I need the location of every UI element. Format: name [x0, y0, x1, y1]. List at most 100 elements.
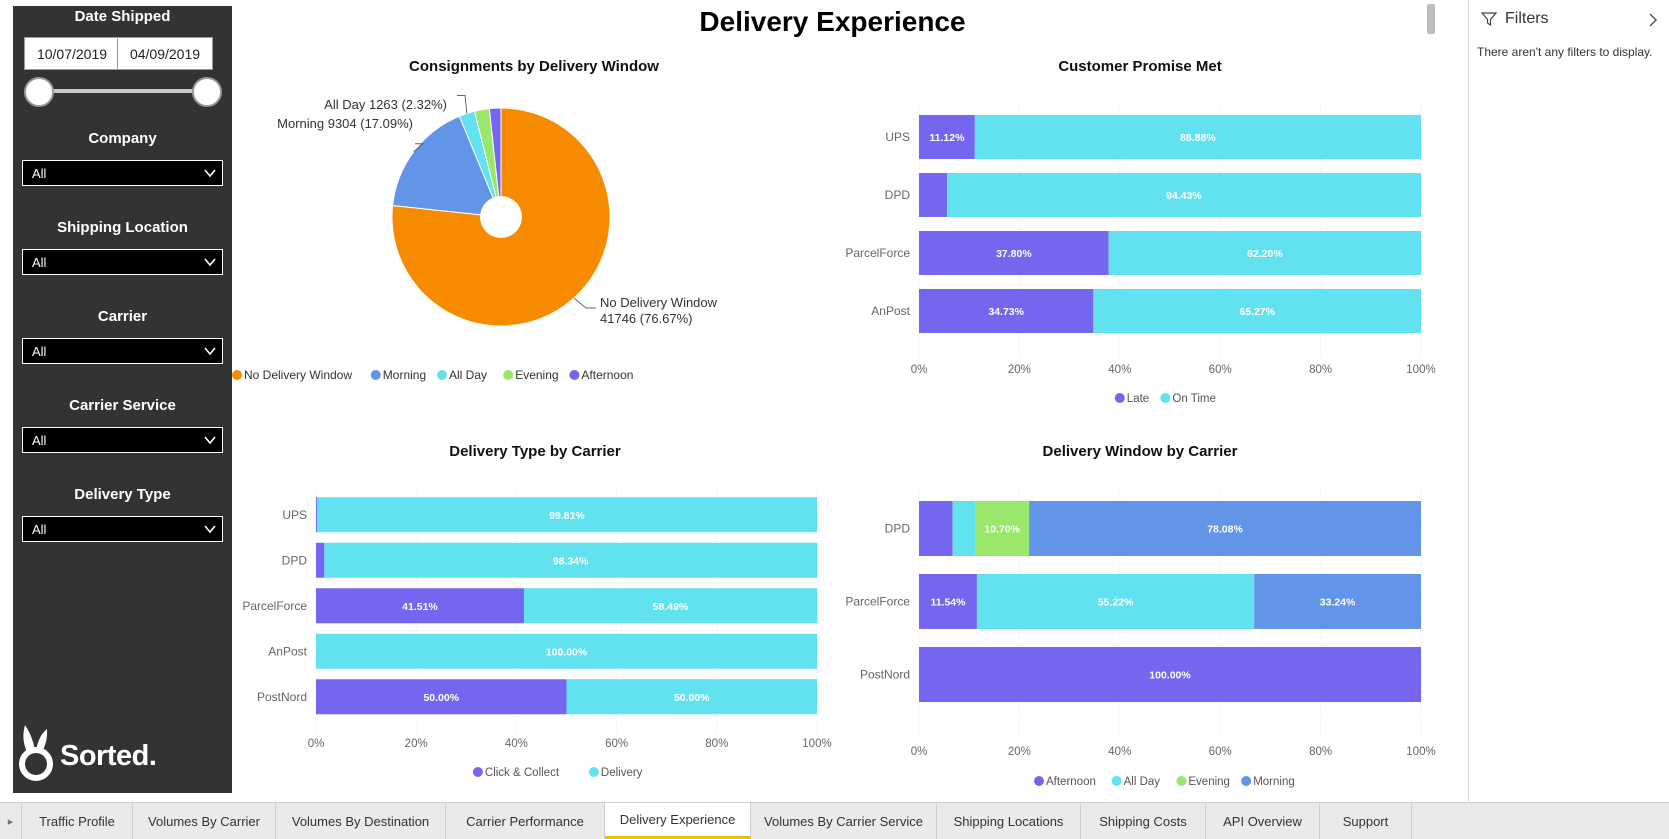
tab-shipping-locations[interactable]: Shipping Locations: [937, 803, 1081, 839]
filters-empty-message: There aren't any filters to display.: [1477, 45, 1653, 59]
y-category-label: AnPost: [871, 304, 910, 318]
filters-title: Filters: [1505, 10, 1549, 27]
filters-pane: Filters There aren't any filters to disp…: [1468, 0, 1669, 802]
x-tick-label: 40%: [505, 738, 528, 750]
company-dropdown[interactable]: All: [22, 160, 223, 186]
tab-traffic-profile[interactable]: Traffic Profile: [22, 803, 133, 839]
carrier-dropdown-value: All: [32, 343, 47, 359]
x-tick-label: 0%: [911, 746, 928, 758]
x-tick-label: 80%: [1309, 364, 1332, 376]
tab-scroll-left-icon[interactable]: ▸: [0, 803, 22, 839]
data-label: 10.70%: [984, 524, 1020, 536]
y-category-label: PostNord: [860, 668, 910, 682]
date-shipped-title: Date Shipped: [74, 8, 171, 25]
page-tab-bar: ▸ Traffic Profile Volumes By Carrier Vol…: [0, 802, 1669, 839]
y-category-label: PostNord: [257, 690, 307, 704]
legend-marker-no-delivery-window: [232, 370, 242, 380]
tab-volumes-by-carrier-service[interactable]: Volumes By Carrier Service: [751, 803, 937, 839]
end-date-input[interactable]: 04/09/2019: [117, 37, 213, 70]
delivery-type-slicer-title: Delivery Type: [74, 486, 171, 503]
tab-volumes-by-destination[interactable]: Volumes By Destination: [276, 803, 446, 839]
vertical-scrollbar[interactable]: [1427, 4, 1435, 34]
pie-data-label-no-delivery-window: No Delivery Window: [600, 295, 718, 310]
date-range-slider[interactable]: [39, 89, 207, 93]
carrier-service-slicer-title: Carrier Service: [69, 397, 176, 414]
x-tick-label: 20%: [1008, 364, 1031, 376]
chevron-down-icon: [204, 525, 216, 534]
x-tick-label: 40%: [1108, 364, 1131, 376]
y-category-label: DPD: [885, 188, 911, 202]
legend-marker-all-day: [437, 370, 447, 380]
sorted-logo-icon: [19, 725, 53, 781]
tab-api-overview[interactable]: API Overview: [1206, 803, 1320, 839]
x-tick-label: 60%: [1209, 364, 1232, 376]
legend-item-delivery: Delivery: [588, 767, 643, 779]
pie-data-label-no-delivery-window-value: 41746 (76.67%): [600, 311, 693, 326]
x-tick-label: 20%: [1008, 746, 1031, 758]
customer-promise-chart: 0% 20% 40% 60% 80% 100% UPS 11.12% 88.88% DPD 94.4…: [845, 102, 1436, 405]
carrier-dropdown[interactable]: All: [22, 338, 223, 364]
shipping-location-slicer-title: Shipping Location: [57, 219, 188, 236]
x-tick-label: 80%: [705, 738, 728, 750]
tab-carrier-performance[interactable]: Carrier Performance: [446, 803, 605, 839]
carrier-service-dropdown-value: All: [32, 432, 47, 448]
slider-end-handle[interactable]: [192, 77, 222, 107]
tab-support[interactable]: Support: [1320, 803, 1412, 839]
shipping-location-dropdown[interactable]: All: [22, 249, 223, 275]
x-tick-label: 60%: [1209, 746, 1232, 758]
legend-item-afternoon: Afternoon: [1034, 776, 1096, 788]
legend-marker-on-time: [1160, 393, 1171, 403]
data-label: 65.27%: [1239, 306, 1275, 318]
pie-legend-item-afternoon: Afternoon: [569, 368, 633, 382]
delivery-type-dropdown[interactable]: All: [22, 516, 223, 542]
tab-volumes-by-carrier[interactable]: Volumes By Carrier: [133, 803, 276, 839]
filter-funnel-icon: [1481, 12, 1497, 27]
y-category-label: AnPost: [268, 644, 307, 658]
y-category-label: UPS: [282, 508, 307, 522]
carrier-slicer-title: Carrier: [97, 308, 148, 325]
x-tick-label: 0%: [911, 364, 928, 376]
bar-segment-late: [919, 173, 947, 217]
y-category-label: ParcelForce: [242, 599, 307, 613]
delivery-type-chart: 0% 20% 40% 60% 80% 100% UPS 99.81% DPD 98.34% Parc…: [242, 486, 832, 779]
data-label: 62.20%: [1247, 248, 1283, 260]
chevron-down-icon: [204, 258, 216, 267]
pie-leader-line-all-day: [457, 94, 468, 114]
legend-label-all-day: All Day: [449, 368, 487, 382]
y-category-label: ParcelForce: [845, 595, 910, 609]
shipping-location-dropdown-value: All: [32, 254, 47, 270]
logo-wordmark: Sorted.: [60, 739, 157, 772]
data-label: 41.51%: [402, 601, 438, 613]
data-label: 100.00%: [1149, 670, 1191, 682]
legend-item-late: Late: [1114, 393, 1149, 405]
carrier-service-dropdown[interactable]: All: [22, 427, 223, 453]
pie-leader-line-no-delivery-window: [573, 297, 596, 309]
report-canvas: Date Shipped 10/07/2019 04/09/2019 Compa…: [0, 0, 1669, 839]
chevron-right-icon[interactable]: [1647, 12, 1659, 28]
data-label: 34.73%: [988, 306, 1024, 318]
legend-label-evening: Evening: [515, 368, 558, 382]
pie-data-label-all-day: All Day 1263 (2.32%): [324, 97, 447, 112]
filters-header[interactable]: Filters: [1481, 10, 1549, 28]
y-category-label: ParcelForce: [845, 246, 910, 260]
pie-legend-item-all-day: All Day: [437, 368, 487, 382]
slicer-panel: Date Shipped 10/07/2019 04/09/2019 Compa…: [13, 6, 232, 793]
data-label: 37.80%: [996, 248, 1032, 260]
start-date-input[interactable]: 10/07/2019: [24, 37, 120, 70]
data-label: 58.49%: [653, 601, 689, 613]
tab-shipping-costs[interactable]: Shipping Costs: [1081, 803, 1206, 839]
legend-marker-evening: [503, 370, 514, 380]
pie-legend-item-no-delivery-window: No Delivery Window: [232, 368, 352, 382]
bar-segment-click-collect: [316, 497, 317, 533]
chevron-down-icon: [204, 436, 216, 445]
pie-center-hole: [480, 196, 522, 238]
legend-item-all-day: All Day: [1111, 776, 1160, 788]
data-label: 94.43%: [1166, 190, 1202, 202]
delivery-window-chart: 0% 20% 40% 60% 80% 100% DPD 10.70% 78.08% ParcelF…: [845, 486, 1436, 788]
legend-marker-all-day: [1111, 776, 1122, 786]
pie-legend-item-morning: Morning: [370, 368, 426, 382]
tab-delivery-experience[interactable]: Delivery Experience: [605, 803, 751, 839]
x-tick-label: 20%: [405, 738, 428, 750]
legend-item-click-collect: Click & Collect: [472, 767, 560, 779]
slider-start-handle[interactable]: [24, 77, 54, 107]
